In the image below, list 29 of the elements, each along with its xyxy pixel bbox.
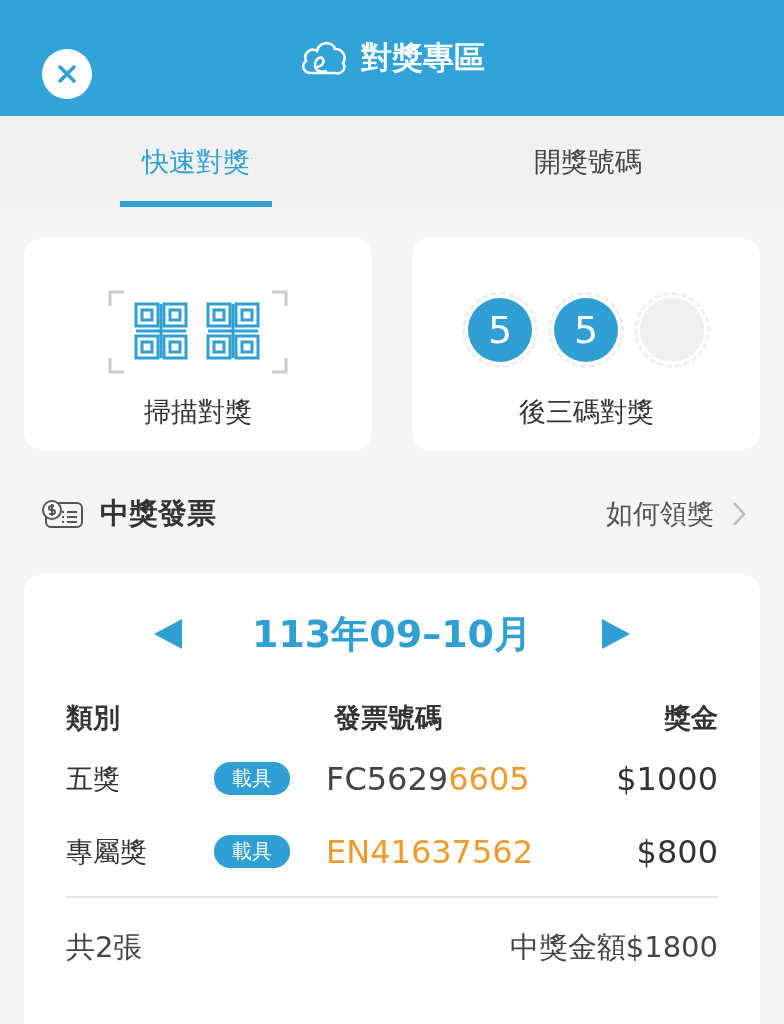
invoice-number: FC56296605: [326, 758, 530, 800]
column-header: 發票號碼: [334, 701, 442, 735]
total-prize: 中獎金額$1800: [509, 929, 718, 966]
prize-amount: $800: [636, 831, 718, 873]
next-arrow-button[interactable]: [602, 619, 631, 649]
carrier-tag: 載具: [214, 835, 290, 868]
tab[interactable]: 開獎號碼: [512, 116, 664, 207]
card-label: 掃描對獎: [144, 395, 252, 429]
scan-card[interactable]: 掃描對獎: [24, 238, 372, 450]
card-label: 後三碼對獎: [518, 395, 654, 429]
period-label: 113年09–10月: [251, 610, 533, 658]
invoice-number: EN41637562: [326, 831, 534, 873]
section-title: 中獎發票: [100, 495, 216, 532]
page-title: 對獎專區: [361, 38, 485, 77]
invoice-count: 共2張: [66, 929, 143, 966]
close-button[interactable]: [42, 49, 92, 99]
digits-card[interactable]: 5 5 後三碼對獎: [412, 238, 760, 450]
close-icon: [58, 65, 76, 83]
column-header: 獎金: [664, 701, 718, 735]
chevron-right-icon: [732, 501, 746, 527]
column-header: 類別: [66, 701, 121, 735]
qr-scan-icon: [108, 290, 288, 374]
money-receipt-icon: [40, 499, 84, 529]
category-cell-text: 五獎: [66, 761, 121, 796]
prize-amount: $1000: [616, 758, 718, 800]
carrier-tag: 載具: [214, 762, 290, 795]
previous-arrow-button[interactable]: [153, 619, 182, 649]
category-cell-text: 專屬獎: [66, 834, 148, 869]
how-to-claim-link[interactable]: 如何領獎: [606, 496, 746, 532]
